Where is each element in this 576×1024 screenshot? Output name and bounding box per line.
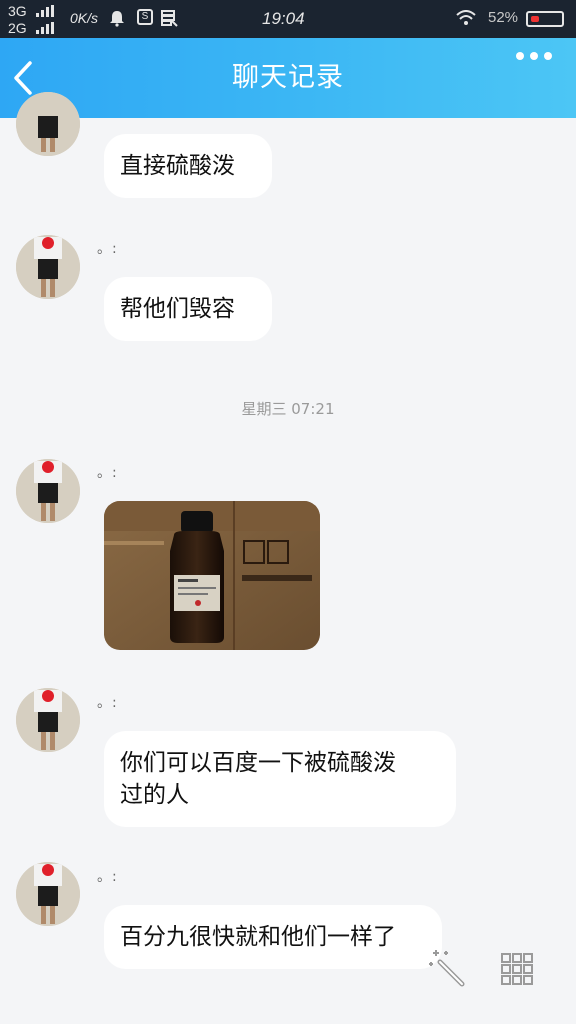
grid-keyboard-icon [501,953,533,985]
avatar[interactable] [16,688,80,752]
more-dots-icon [516,52,524,60]
status-time: 19:04 [262,9,305,28]
chat-history-screen: 3G 2G 0K/s S 19:04 52% 聊天记录 直接硫酸泼 。: 帮他们… [0,0,576,1024]
message-bubble[interactable]: 百分九很快就和他们一样了 [104,905,442,969]
message-bubble[interactable]: 你们可以百度一下被硫酸泼 过的人 [104,731,456,827]
network-type-2: 2G [8,20,27,36]
sender-nickname: 。: [97,241,118,257]
chevron-left-icon [14,61,32,95]
network-type-1: 3G [8,3,27,19]
status-bar: 3G 2G 0K/s S 19:04 52% [0,0,576,38]
avatar[interactable] [16,92,80,156]
more-button[interactable] [514,44,558,68]
sender-nickname: 。: [97,869,118,885]
storage-icon [161,10,178,27]
magic-wand-button[interactable] [428,948,468,988]
avatar[interactable] [16,862,80,926]
message-bubble[interactable]: 帮他们毁容 [104,277,272,341]
reagent-bottle-photo [104,501,320,650]
network-speed: 0K/s [70,10,99,26]
page-title: 聊天记录 [232,62,344,93]
battery-icon [526,11,564,27]
sim-icon: S [137,9,153,25]
signal-bars-icon [36,22,58,34]
signal-bars-icon [36,5,58,17]
avatar[interactable] [16,459,80,523]
message-bubble[interactable]: 直接硫酸泼 [104,134,272,198]
bell-icon [110,11,124,27]
sender-nickname: 。: [97,465,118,481]
image-message[interactable] [104,501,320,650]
magic-wand-icon [429,950,465,987]
time-divider: 星期三 07:21 [241,400,335,418]
title-bar: 聊天记录 [0,38,576,118]
wifi-icon [456,10,476,25]
grid-keyboard-button[interactable] [500,952,534,986]
sender-nickname: 。: [97,695,118,711]
avatar[interactable] [16,235,80,299]
battery-percent: 52% [488,9,519,26]
